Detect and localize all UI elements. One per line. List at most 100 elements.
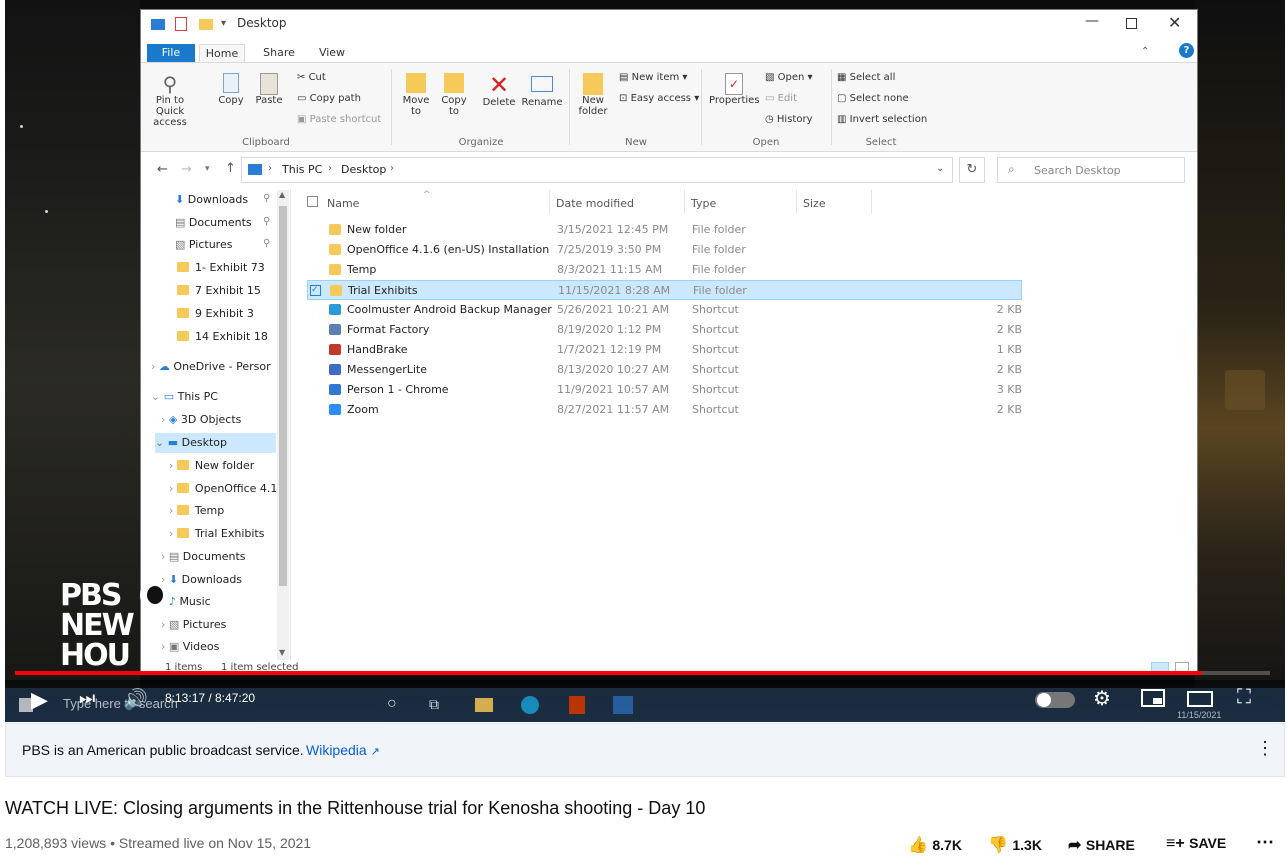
tab-home[interactable]: Home bbox=[199, 44, 245, 62]
move-to-button[interactable]: Move to bbox=[399, 73, 433, 117]
nav-item-3d-objects[interactable]: › ◈ 3D Objects bbox=[161, 410, 241, 430]
copy-button[interactable]: Copy bbox=[213, 73, 249, 106]
recent-locations-icon[interactable]: ▾ bbox=[205, 164, 210, 174]
column-name[interactable]: Name bbox=[327, 197, 359, 210]
address-bar[interactable]: › This PC › Desktop › ⌄ bbox=[241, 157, 953, 183]
video-player[interactable]: ▾ Desktop — ✕ File Home Share View ⌃ ? ⚲… bbox=[5, 0, 1285, 722]
row-checkbox[interactable] bbox=[309, 304, 320, 315]
nav-item-exhibit-15[interactable]: 7 Exhibit 15 bbox=[177, 281, 261, 301]
nav-scrollbar[interactable]: ▲ ▼ bbox=[277, 190, 289, 660]
properties-qat-icon[interactable] bbox=[175, 17, 187, 31]
row-checkbox[interactable] bbox=[309, 344, 320, 355]
theater-mode-icon[interactable] bbox=[1187, 691, 1213, 707]
breadcrumb-desktop[interactable]: Desktop bbox=[341, 163, 386, 176]
like-button[interactable]: 👍 8.7K bbox=[908, 835, 962, 855]
nav-item-trial-exhibits[interactable]: › Trial Exhibits bbox=[169, 524, 276, 544]
row-checkbox[interactable] bbox=[309, 244, 320, 255]
row-checkbox[interactable] bbox=[309, 224, 320, 235]
column-divider[interactable] bbox=[684, 190, 685, 214]
new-folder-qat-icon[interactable] bbox=[199, 19, 213, 30]
paste-button[interactable]: Paste bbox=[251, 73, 287, 106]
collapse-ribbon-icon[interactable]: ⌃ bbox=[1141, 46, 1149, 57]
miniplayer-icon[interactable] bbox=[1141, 689, 1165, 707]
settings-gear-icon[interactable]: ⚙ bbox=[1093, 686, 1111, 711]
column-divider[interactable] bbox=[796, 190, 797, 214]
nav-item-exhibit-73[interactable]: 1- Exhibit 73 bbox=[177, 258, 265, 278]
fullscreen-icon[interactable]: ⛶ bbox=[1237, 686, 1251, 709]
invert-selection-button[interactable]: ▥ Invert selection bbox=[837, 113, 927, 127]
row-checkbox[interactable] bbox=[309, 364, 320, 375]
new-folder-button[interactable]: New folder bbox=[575, 73, 611, 117]
minimize-icon[interactable]: — bbox=[1085, 13, 1099, 29]
nav-item-openoffice[interactable]: › OpenOffice 4.1 bbox=[169, 479, 276, 499]
column-type[interactable]: Type bbox=[691, 197, 716, 210]
tab-file[interactable]: File bbox=[147, 44, 195, 62]
tab-share[interactable]: Share bbox=[255, 44, 303, 62]
nav-item-exhibit-18[interactable]: 14 Exhibit 18 bbox=[177, 327, 268, 347]
row-checkbox[interactable] bbox=[309, 404, 320, 415]
easy-access-button[interactable]: ⊡ Easy access ▾ bbox=[619, 92, 699, 106]
nav-item-desktop[interactable]: ⌄ ▬ Desktop bbox=[155, 433, 276, 453]
column-size[interactable]: Size bbox=[803, 197, 826, 210]
dislike-button[interactable]: 👎 1.3K bbox=[988, 835, 1042, 855]
file-row[interactable]: Format Factory 8/19/2020 1:12 PM Shortcut 2… bbox=[307, 320, 1022, 340]
nav-item-downloads[interactable]: ⬇ Downloads bbox=[175, 190, 248, 210]
nav-item-documents[interactable]: ▤ Documents bbox=[175, 213, 252, 233]
select-all-button[interactable]: ▦ Select all bbox=[837, 71, 895, 85]
row-checkbox[interactable] bbox=[309, 384, 320, 395]
address-dropdown-icon[interactable]: ⌄ bbox=[936, 163, 944, 174]
select-all-checkbox[interactable] bbox=[307, 196, 318, 207]
file-row[interactable]: ✓ Trial Exhibits 11/15/2021 8:28 AM File fo… bbox=[307, 280, 1022, 300]
more-actions-icon[interactable]: ⋯ bbox=[1256, 832, 1274, 853]
qat-dropdown-icon[interactable]: ▾ bbox=[221, 18, 226, 29]
file-row[interactable]: Coolmuster Android Backup Manager 5/26/20… bbox=[307, 300, 1022, 320]
file-row[interactable]: HandBrake 1/7/2021 12:19 PM Shortcut 1 KB bbox=[307, 340, 1022, 360]
autoplay-toggle[interactable] bbox=[1035, 692, 1075, 708]
volume-icon[interactable]: 🔊 bbox=[123, 687, 148, 712]
file-row[interactable]: Person 1 - Chrome 11/9/2021 10:57 AM Short… bbox=[307, 380, 1022, 400]
tab-view[interactable]: View bbox=[309, 44, 355, 62]
up-arrow-icon[interactable]: ↑ bbox=[225, 161, 236, 176]
file-row[interactable]: New folder 3/15/2021 12:45 PM File folder bbox=[307, 220, 1022, 240]
copy-to-button[interactable]: Copy to bbox=[437, 73, 471, 117]
rename-button[interactable]: Rename bbox=[521, 73, 563, 108]
back-arrow-icon[interactable]: ← bbox=[157, 162, 168, 177]
help-icon[interactable]: ? bbox=[1179, 43, 1194, 58]
forward-arrow-icon[interactable]: → bbox=[181, 162, 192, 177]
row-checkbox[interactable] bbox=[309, 264, 320, 275]
file-row[interactable]: Temp 8/3/2021 11:15 AM File folder bbox=[307, 260, 1022, 280]
copy-path-button[interactable]: ▭ Copy path bbox=[297, 92, 361, 106]
select-none-button[interactable]: ▢ Select none bbox=[837, 92, 909, 106]
file-row[interactable]: MessengerLite 8/13/2020 10:27 AM Shortcut 2… bbox=[307, 360, 1022, 380]
breadcrumb-this-pc[interactable]: This PC bbox=[282, 163, 322, 176]
nav-item-temp[interactable]: › Temp bbox=[169, 501, 276, 521]
column-divider[interactable] bbox=[549, 190, 550, 214]
file-row[interactable]: Zoom 8/27/2021 11:57 AM Shortcut 2 KB bbox=[307, 400, 1022, 420]
column-date-modified[interactable]: Date modified bbox=[556, 197, 634, 210]
delete-button[interactable]: ✕ Delete bbox=[481, 73, 517, 108]
paste-shortcut-button[interactable]: ▣ Paste shortcut bbox=[297, 113, 381, 127]
row-checkbox[interactable] bbox=[309, 324, 320, 335]
share-button[interactable]: ➦ SHARE bbox=[1068, 835, 1135, 855]
file-row[interactable]: OpenOffice 4.1.6 (en-US) Installation F.… bbox=[307, 240, 1022, 260]
search-box[interactable]: ⌕ Search Desktop bbox=[997, 157, 1185, 183]
scroll-down-icon[interactable]: ▼ bbox=[279, 648, 285, 657]
more-options-icon[interactable]: ⋮ bbox=[1256, 738, 1274, 759]
nav-item-onedrive[interactable]: › ☁ OneDrive - Persor bbox=[151, 357, 276, 377]
cut-button[interactable]: ✂ Cut bbox=[297, 71, 326, 85]
nav-item-pc-documents[interactable]: › ▤ Documents bbox=[161, 547, 246, 567]
nav-scrollbar-thumb[interactable] bbox=[279, 206, 287, 586]
nav-item-pc-downloads[interactable]: › ⬇ Downloads bbox=[161, 570, 242, 590]
history-button[interactable]: ◷ History bbox=[765, 113, 812, 127]
pin-quick-access-button[interactable]: ⚲ Pin to Quick access bbox=[149, 73, 191, 128]
scroll-up-icon[interactable]: ▲ bbox=[279, 190, 285, 199]
next-video-icon[interactable]: ⏭ bbox=[79, 688, 95, 709]
close-icon[interactable]: ✕ bbox=[1168, 13, 1181, 32]
nav-item-exhibit-3[interactable]: 9 Exhibit 3 bbox=[177, 304, 254, 324]
maximize-icon[interactable] bbox=[1126, 18, 1137, 29]
new-item-button[interactable]: ▤ New item ▾ bbox=[619, 71, 687, 85]
nav-item-pc-pictures[interactable]: › ▧ Pictures bbox=[161, 615, 226, 635]
nav-item-pictures[interactable]: ▧ Pictures bbox=[175, 235, 232, 255]
save-button[interactable]: ≡+ SAVE bbox=[1166, 835, 1226, 853]
wikipedia-link[interactable]: Wikipedia ↗ bbox=[306, 742, 380, 758]
